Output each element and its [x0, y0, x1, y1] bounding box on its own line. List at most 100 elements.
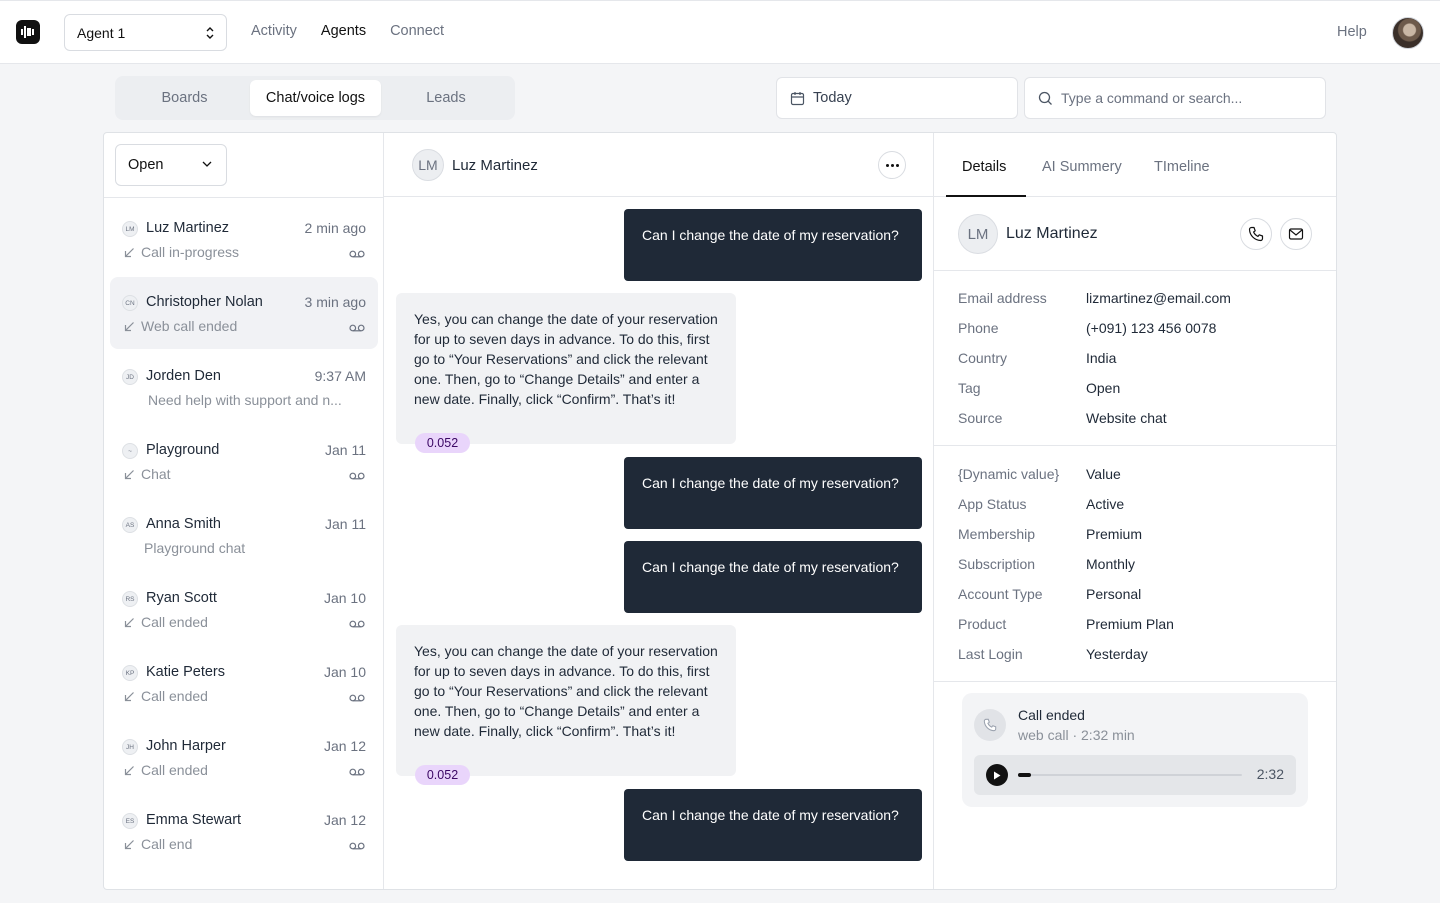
contact-name: Luz Martinez	[1006, 225, 1098, 242]
detail-value: Personal	[1086, 586, 1142, 602]
chevron-down-icon	[202, 161, 212, 167]
details-pane: Details AI Summery TImeline LM Luz Marti…	[934, 133, 1336, 889]
status-filter-value: Open	[128, 157, 164, 173]
list-item[interactable]: JD Jorden Den 9:37 AM Need help with suppor…	[110, 351, 378, 423]
list-item-name: Luz Martinez	[146, 220, 230, 236]
call-arrow-icon	[124, 839, 134, 849]
list-item-time: Jan 12	[323, 812, 366, 828]
main-nav: Activity Agents Connect	[251, 23, 444, 39]
message-incoming: Yes, you can change the date of your res…	[396, 625, 736, 776]
voicemail-icon	[349, 694, 365, 702]
play-icon	[994, 771, 1001, 779]
tab-ai-summary[interactable]: AI Summery	[1042, 159, 1122, 175]
list-item-name: Emma Stewart	[146, 812, 242, 828]
chat-pane: LM Luz Martinez Can I change the date of…	[384, 133, 934, 889]
call-arrow-icon	[124, 247, 134, 257]
details-tabs: Details AI Summery TImeline	[934, 133, 1336, 197]
voicemail-icon	[349, 472, 365, 480]
message-outgoing: Can I change the date of my reservation?	[624, 209, 922, 281]
user-avatar[interactable]	[1392, 17, 1424, 49]
list-item-name: Playground	[146, 442, 220, 458]
audio-progress-track[interactable]	[1018, 773, 1242, 777]
date-filter-value: Today	[813, 90, 852, 106]
email-button[interactable]	[1280, 218, 1312, 250]
call-button[interactable]	[1240, 218, 1272, 250]
contact-header: LM Luz Martinez	[934, 197, 1336, 271]
call-arrow-icon	[124, 691, 134, 701]
list-item[interactable]: RS Ryan Scott Jan 10 Call ended	[110, 573, 378, 645]
list-item-subtitle: Call end	[141, 836, 193, 852]
command-search	[1024, 77, 1326, 119]
detail-label: Account Type	[958, 586, 1043, 602]
audio-progress-fill	[1018, 773, 1032, 777]
more-options-button[interactable]	[878, 151, 906, 179]
detail-label: Tag	[958, 380, 981, 396]
help-link[interactable]: Help	[1337, 24, 1367, 40]
audio-duration: 2:32	[1256, 766, 1284, 782]
app-logo[interactable]	[16, 20, 40, 44]
detail-value: Monthly	[1086, 556, 1136, 572]
tab-leads[interactable]: Leads	[381, 80, 511, 116]
detail-label: App Status	[958, 496, 1027, 512]
main-panel: Open LM Luz Martinez 2 min ago Call in-prog…	[103, 132, 1337, 890]
date-filter[interactable]: Today	[776, 77, 1018, 119]
nav-agents[interactable]: Agents	[321, 23, 366, 39]
status-filter-select[interactable]: Open	[115, 144, 227, 186]
phone-icon	[1248, 226, 1264, 242]
list-item-time: 9:37 AM	[314, 368, 366, 384]
list-item-status: Call in-progress	[124, 244, 239, 260]
dots-icon	[885, 163, 889, 167]
list-item-subtitle: Call in-progress	[141, 244, 240, 260]
list-item-status: Chat	[124, 466, 171, 482]
tab-details[interactable]: Details	[962, 159, 1006, 175]
list-item-subtitle: Playground chat	[144, 540, 246, 556]
detail-label: {Dynamic value}	[958, 466, 1060, 482]
detail-value: Premium Plan	[1086, 616, 1174, 632]
detail-label: Phone	[958, 320, 999, 336]
list-item-time: Jan 12	[323, 738, 366, 754]
play-button[interactable]	[986, 764, 1008, 786]
detail-value: Website chat	[1086, 410, 1167, 426]
detail-value: Yesterday	[1086, 646, 1148, 662]
list-item-subtitle: Call ended	[141, 762, 208, 778]
list-item-time: Jan 10	[323, 664, 366, 680]
avatar: ~	[122, 443, 138, 459]
call-arrow-icon	[124, 765, 134, 775]
list-item-subtitle: Chat	[141, 466, 171, 482]
search-icon	[1038, 91, 1052, 105]
voicemail-icon	[349, 620, 365, 628]
search-input[interactable]	[1061, 78, 1316, 118]
list-item[interactable]: ES Emma Stewart Jan 12 Call end	[110, 795, 378, 867]
nav-connect[interactable]: Connect	[390, 23, 444, 39]
message-outgoing: Can I change the date of my reservation?	[624, 457, 922, 529]
avatar: LM	[122, 221, 138, 237]
detail-label: Email address	[958, 290, 1047, 306]
divider	[934, 681, 1336, 682]
list-item-name: Katie Peters	[146, 664, 225, 680]
conversation-list: LM Luz Martinez 2 min ago Call in-progress C…	[110, 203, 378, 869]
detail-value: Premium	[1086, 526, 1143, 542]
avatar: LM	[412, 149, 444, 181]
list-item-status: Call ended	[124, 614, 208, 630]
list-item-status: Call ended	[124, 762, 208, 778]
tab-timeline[interactable]: TImeline	[1154, 159, 1210, 175]
list-item-subtitle: Need help with support and n...	[148, 392, 342, 408]
list-item[interactable]: ~ Playground Jan 11 Chat	[110, 425, 378, 497]
call-arrow-icon	[124, 321, 134, 331]
tab-chat-voice-logs[interactable]: Chat/voice logs	[250, 80, 381, 116]
agent-select[interactable]: Agent 1	[64, 14, 227, 51]
list-item[interactable]: AS Anna Smith Jan 11 Playground chat	[110, 499, 378, 571]
call-recording-card: Call ended web call · 2:32 min 2:32	[962, 693, 1308, 807]
list-item[interactable]: CN Christopher Nolan 3 min ago Web call end…	[110, 277, 378, 349]
list-item[interactable]: LM Luz Martinez 2 min ago Call in-progress	[110, 203, 378, 275]
avatar: KP	[122, 665, 138, 681]
list-item[interactable]: JH John Harper Jan 12 Call ended	[110, 721, 378, 793]
list-item[interactable]: KP Katie Peters Jan 10 Call ended	[110, 647, 378, 719]
top-bar: Agent 1 Activity Agents Connect Help	[0, 0, 1440, 64]
nav-activity[interactable]: Activity	[251, 23, 297, 39]
detail-value: Open	[1086, 380, 1121, 396]
voicemail-icon	[349, 324, 365, 332]
list-item-name: Anna Smith	[146, 516, 221, 532]
tab-boards[interactable]: Boards	[119, 80, 250, 116]
detail-label: Subscription	[958, 556, 1036, 572]
